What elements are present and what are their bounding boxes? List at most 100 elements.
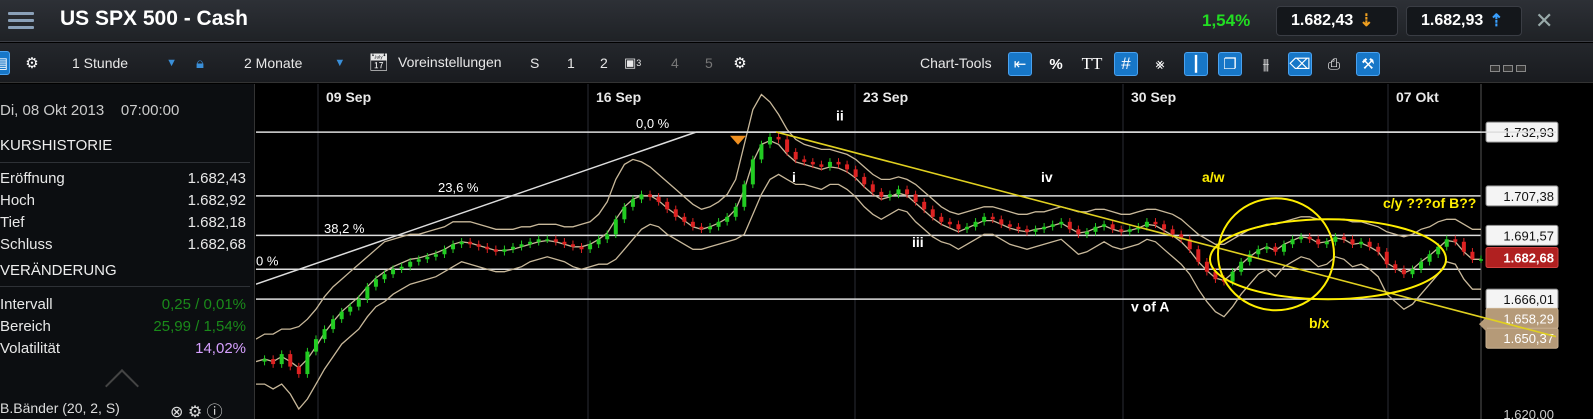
preset-slot-5[interactable]: 5 [705,51,713,75]
candle-icon[interactable]: ┃ [1184,52,1208,76]
remove-icon[interactable]: ⊗ [170,404,183,419]
calendar-icon[interactable]: 📅︎ [368,51,390,75]
print-icon[interactable]: ⎙ [1322,52,1346,76]
sell-quote-button[interactable]: 1.682,43 ⇣ [1276,6,1398,36]
wave-label: i [792,169,796,185]
candle-body [1230,271,1235,282]
stat-label: Tief [0,214,25,231]
candle-body [947,221,952,225]
preset-slot-2[interactable]: 2 [600,51,608,75]
candle-body [1324,241,1329,245]
candle-body [1341,236,1346,240]
chart-svg[interactable]: 09 Sep 16 Sep 23 Sep 30 Sep 07 Okt1.732,931.… [255,84,1593,419]
info-icon[interactable]: ⓘ [207,404,223,419]
candle-body [708,226,713,230]
title-bar: US SPX 500 - Cash 1,54% 1.682,43 ⇣ 1.682… [0,0,1593,42]
eraser-icon[interactable]: ⌫ [1288,52,1312,76]
tools-icon[interactable]: ⚒ [1356,52,1380,76]
preset-slot-1[interactable]: 1 [567,51,575,75]
crosshair-icon[interactable]: # [1114,52,1138,76]
candle-body [1359,241,1364,245]
candle-body [956,224,961,230]
candle-body [1350,239,1355,245]
percent-button[interactable]: % [1044,52,1068,76]
candle-body [853,169,858,177]
preset-slot-4[interactable]: 4 [671,51,679,75]
y-tick-label: 1.707,38 [1503,189,1554,204]
candle-body [879,191,884,197]
chart-grid [256,84,1556,419]
text-tool-button[interactable]: TT [1080,52,1104,76]
collapse-up-icon[interactable] [105,369,139,403]
lock-icon[interactable]: 🔒︎ [196,51,204,75]
candle-body [648,194,653,197]
indicator-label: B.Bänder (20, 2, S) [0,400,120,416]
interval-select[interactable]: 1 Stunde ▼ [72,51,177,75]
wave-label: b/x [1309,315,1329,331]
wave-label: ii [836,108,844,124]
wave-ellipse [1217,197,1335,312]
stat-label: Hoch [0,192,36,209]
stat-value: 0,25 / 0,01% [161,296,246,313]
gear-icon[interactable]: ⚙ [188,404,202,419]
close-icon[interactable]: ✕ [1535,8,1553,34]
stat-label: Schluss [0,236,53,253]
wave-label: iii [912,234,924,250]
high-marker [730,135,746,145]
candle-body [613,219,618,235]
gear-icon[interactable]: ⚙ [728,51,752,75]
candle-body [356,299,361,307]
layout-icon[interactable]: ▤ [0,51,10,75]
stat-label: Bereich [0,318,51,335]
candle-body [999,219,1004,225]
gear-icon[interactable]: ⚙ [20,51,44,75]
candle-body [279,354,284,365]
x-tick-label: 30 Sep [1131,89,1176,105]
candle-body [391,269,396,275]
menu-icon[interactable] [6,8,36,34]
candle-body [288,354,293,367]
candle-body [519,244,524,247]
candle-body [528,241,533,245]
daily-change: 1,54% [1202,11,1251,30]
candle-body [905,189,910,195]
candle-body [1281,244,1286,252]
buy-quote-button[interactable]: 1.682,93 ⇡ [1406,6,1522,36]
app-window: US SPX 500 - Cash 1,54% 1.682,43 ⇣ 1.682… [0,0,1593,419]
y-tick-label: 1.620,00 [1503,407,1554,419]
price-chart[interactable]: 09 Sep 16 Sep 23 Sep 30 Sep 07 Okt 1.732,93 1.… [255,84,1593,419]
stat-value: 1.682,68 [187,236,246,253]
range-select[interactable]: 2 Monate ▼ [244,51,345,75]
candle-body [373,279,378,287]
preset-slot-s[interactable]: S [530,51,539,75]
change-heading: VERÄNDERUNG [0,262,117,279]
candle-body [305,351,310,375]
x-tick-label: 09 Sep [326,89,371,105]
candle-body [630,199,635,207]
candle-body [339,311,344,320]
exit-icon[interactable]: ⇤ [1008,52,1032,76]
stat-row-open: Eröffnung 1.682,43 [0,170,246,190]
interval-value: 1 Stunde [72,55,129,71]
window-controls[interactable] [1490,65,1526,72]
candle-body [665,201,670,210]
candle-body [545,239,550,241]
y-tick-label: 1.691,57 [1503,228,1554,243]
candle-body [1110,224,1115,230]
presets-button[interactable]: Voreinstellungen [398,50,502,74]
candle-body [750,159,755,185]
candle-body [1453,239,1458,242]
indicator-actions: ⊗ ⚙ ⓘ [170,398,223,419]
windows-icon[interactable]: ❐ [1218,52,1242,76]
sell-price: 1.682,43 [1291,12,1354,29]
candle-body [296,366,301,375]
preset-slot-3-label: 3 [636,58,642,68]
preset-slot-3[interactable]: ▣ 3 [624,51,641,75]
fib-label: 0 % [256,253,279,268]
bar-chart-icon[interactable]: ⫵ [1254,52,1278,76]
candle-body [1162,224,1167,230]
chevron-down-icon: ▼ [166,57,177,69]
line-tool-icon[interactable]: ⨳ [1148,52,1172,76]
wave-label: iv [1041,169,1053,185]
candle-body [690,221,695,227]
